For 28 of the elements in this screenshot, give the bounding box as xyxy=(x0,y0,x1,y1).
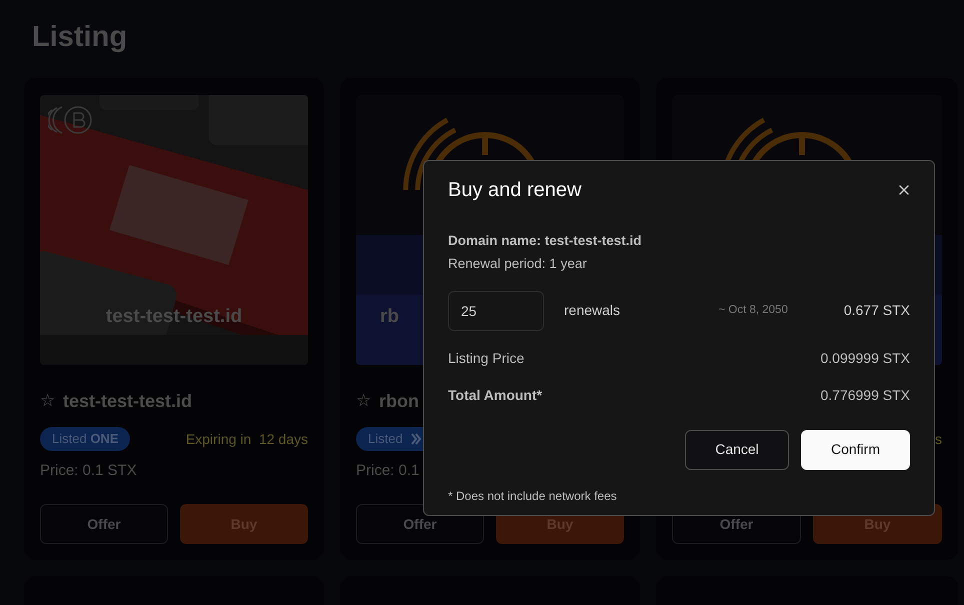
confirm-button[interactable]: Confirm xyxy=(801,430,910,470)
summary-value: 0.776999 STX xyxy=(820,386,910,404)
renewals-input[interactable]: 25 xyxy=(448,290,544,330)
summary-label: Total Amount* xyxy=(448,386,542,404)
dialog-title: Buy and renew xyxy=(448,178,582,203)
badge-label: Listed ONE xyxy=(52,430,118,448)
price-text: Price: 0.1 STX xyxy=(40,460,137,481)
badge-label: Listed xyxy=(368,430,403,448)
image-caption: rb xyxy=(380,305,399,329)
renewals-label: renewals xyxy=(564,301,620,320)
summary-value: 0.099999 STX xyxy=(820,348,910,368)
favorite-star[interactable]: ☆ xyxy=(356,388,371,414)
expiry-date-text: ~ Oct 8, 2050 xyxy=(718,302,788,318)
expiry-text: Expiring in 12 days xyxy=(186,430,308,449)
domain-title: test-test-test.id xyxy=(63,390,192,412)
cancel-button[interactable]: Cancel xyxy=(685,430,789,470)
renewal-amount: 0.677 STX xyxy=(844,301,910,320)
favorite-star[interactable]: ☆ xyxy=(40,388,55,414)
price-text: Price: 0.1 xyxy=(356,460,420,481)
footnote-text: * Does not include network fees xyxy=(448,488,618,504)
renewal-period-text: Renewal period: 1 year xyxy=(448,255,588,274)
summary-label: Listing Price xyxy=(448,348,524,368)
page-title: Listing xyxy=(32,20,128,55)
domain-name-text: Domain name: test-test-test.id xyxy=(448,232,643,250)
expiry-text: s xyxy=(935,430,942,448)
offer-button[interactable]: Offer xyxy=(40,504,168,544)
domain-title: rbon xyxy=(379,390,419,412)
image-caption: test-test-test.id xyxy=(106,305,242,329)
